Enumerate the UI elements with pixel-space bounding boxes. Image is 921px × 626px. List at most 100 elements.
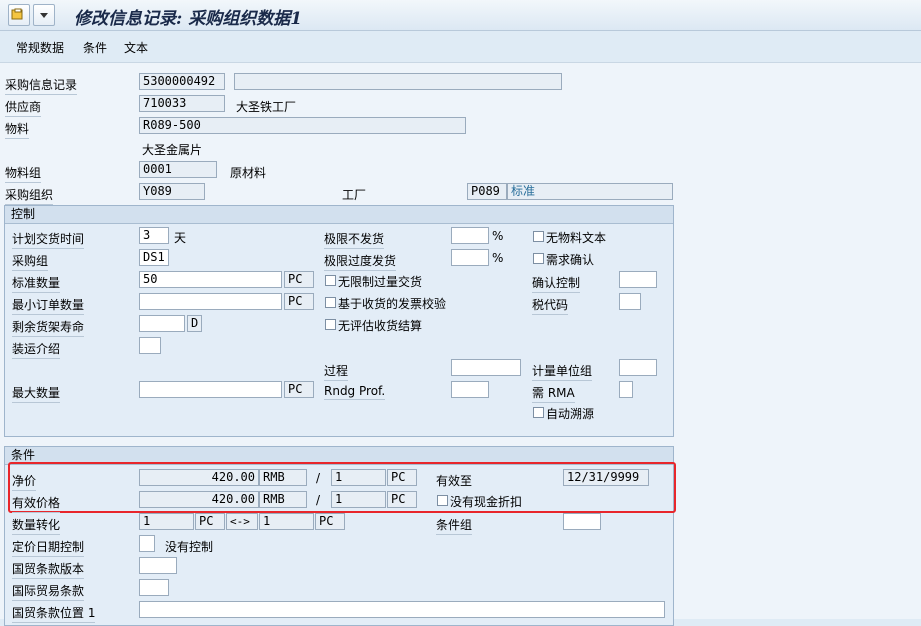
gr-iv-checkbox[interactable] (325, 297, 336, 308)
uom-group-field[interactable] (619, 359, 657, 376)
info-record-desc-field[interactable] (234, 73, 562, 90)
conf-ctrl-label: 确认控制 (532, 274, 581, 293)
menu-conditions[interactable]: 条件 (83, 39, 107, 56)
eff-price-per-qty[interactable]: 1 (331, 491, 386, 508)
menu-bar: 常规数据 条件 文本 (0, 34, 921, 60)
pricing-date-field[interactable] (139, 535, 155, 552)
menu-texts[interactable]: 文本 (124, 39, 148, 56)
conv-left-unit: PC (195, 513, 225, 530)
net-price-label: 净价 (12, 472, 37, 491)
eff-price-sep: / (316, 493, 321, 507)
incoterms-version-label: 国贸条款版本 (12, 560, 85, 579)
rndg-field[interactable] (451, 381, 489, 398)
planned-delivery-field[interactable]: 3 (139, 227, 169, 244)
underdel-pct: % (492, 229, 504, 243)
pricing-date-desc: 没有控制 (165, 540, 214, 554)
plant-label: 工厂 (342, 188, 367, 202)
overdel-label: 极限过度发货 (324, 252, 397, 271)
info-record-label: 采购信息记录 (5, 76, 78, 95)
shelf-life-unit: D (187, 315, 202, 332)
shipping-label: 装运介绍 (12, 340, 61, 359)
title-bar: 修改信息记录: 采购组织数据1 (0, 0, 921, 31)
unlimited-checkbox[interactable] (325, 275, 336, 286)
plant-field[interactable]: P089 (467, 183, 507, 200)
matgroup-label: 物料组 (5, 164, 42, 183)
rma-field[interactable] (619, 381, 633, 398)
incoterms-loc-label: 国贸条款位置 1 (12, 604, 96, 623)
cond-group-field[interactable] (563, 513, 601, 530)
std-qty-field[interactable]: 50 (139, 271, 282, 288)
valid-to-label: 有效至 (436, 474, 473, 488)
rma-label: 需 RMA (532, 384, 575, 403)
min-qty-label: 最小订单数量 (12, 296, 85, 315)
min-qty-unit: PC (284, 293, 314, 310)
underdel-field[interactable] (451, 227, 489, 244)
max-qty-field[interactable] (139, 381, 282, 398)
tax-code-label: 税代码 (532, 296, 569, 315)
purch-group-label: 采购组 (12, 252, 49, 271)
no-mat-text-checkbox[interactable] (533, 231, 544, 242)
gr-iv-label: 基于收货的发票校验 (338, 297, 447, 311)
unlimited-label: 无限制过量交货 (338, 275, 423, 289)
page-title: 修改信息记录: 采购组织数据1 (74, 9, 303, 29)
max-qty-label: 最大数量 (12, 384, 61, 403)
material-desc: 大圣金属片 (142, 143, 203, 157)
no-cash-disc-checkbox[interactable] (437, 495, 448, 506)
no-ers-checkbox[interactable] (325, 319, 336, 330)
ack-req-checkbox[interactable] (533, 253, 544, 264)
incoterms-version-field[interactable] (139, 557, 177, 574)
procedure-field[interactable] (451, 359, 521, 376)
purch-group-field[interactable]: DS1 (139, 249, 169, 266)
info-record-field[interactable]: 5300000492 (139, 73, 225, 90)
conv-left-qty[interactable]: 1 (139, 513, 194, 530)
purch-org-field[interactable]: Y089 (139, 183, 205, 200)
procedure-label: 过程 (324, 362, 349, 381)
material-field[interactable]: R089-500 (139, 117, 466, 134)
min-qty-field[interactable] (139, 293, 282, 310)
std-qty-label: 标准数量 (12, 274, 61, 293)
pricing-date-label: 定价日期控制 (12, 538, 85, 557)
vendor-field[interactable]: 710033 (139, 95, 225, 112)
shipping-field[interactable] (139, 337, 161, 354)
conf-ctrl-field[interactable] (619, 271, 657, 288)
no-cash-disc-label: 没有现金折扣 (450, 495, 523, 509)
net-price-field[interactable]: 420.00 (139, 469, 259, 486)
uom-group-label: 计量单位组 (532, 362, 593, 381)
menu-icon[interactable] (8, 4, 30, 26)
control-group-title: 控制 (5, 206, 673, 224)
auto-source-label: 自动溯源 (546, 407, 595, 421)
underdel-label: 极限不发货 (324, 230, 385, 249)
eff-price-label: 有效价格 (12, 494, 61, 513)
rndg-label: Rndg Prof. (324, 384, 386, 400)
planned-delivery-label: 计划交货时间 (12, 230, 85, 249)
matgroup-field[interactable]: 0001 (139, 161, 217, 178)
no-ers-label: 无评估收货结算 (338, 319, 423, 333)
dropdown-icon[interactable] (33, 4, 55, 26)
valid-to-field[interactable]: 12/31/9999 (563, 469, 649, 486)
auto-source-checkbox[interactable] (533, 407, 544, 418)
tax-code-field[interactable] (619, 293, 641, 310)
plant-desc-field: 标准 (507, 183, 673, 200)
incoterms-loc-field[interactable] (139, 601, 665, 618)
shelf-life-label: 剩余货架寿命 (12, 318, 85, 337)
purch-org-label: 采购组织 (5, 186, 54, 205)
std-qty-unit: PC (284, 271, 314, 288)
menu-general-data[interactable]: 常规数据 (16, 39, 64, 56)
planned-delivery-unit: 天 (174, 231, 187, 245)
eff-price-field[interactable]: 420.00 (139, 491, 259, 508)
net-price-per-qty[interactable]: 1 (331, 469, 386, 486)
conv-right-unit: PC (315, 513, 345, 530)
incoterms-field[interactable] (139, 579, 169, 596)
net-price-currency: RMB (259, 469, 307, 486)
eff-price-per-unit: PC (387, 491, 417, 508)
qty-conv-label: 数量转化 (12, 516, 61, 535)
shelf-life-field[interactable] (139, 315, 185, 332)
material-label: 物料 (5, 120, 30, 139)
conv-right-qty[interactable]: 1 (259, 513, 314, 530)
overdel-field[interactable] (451, 249, 489, 266)
max-qty-unit: PC (284, 381, 314, 398)
vendor-name: 大圣铁工厂 (236, 100, 297, 114)
overdel-pct: % (492, 251, 504, 265)
net-price-sep: / (316, 471, 321, 485)
incoterms-label: 国际贸易条款 (12, 582, 85, 601)
